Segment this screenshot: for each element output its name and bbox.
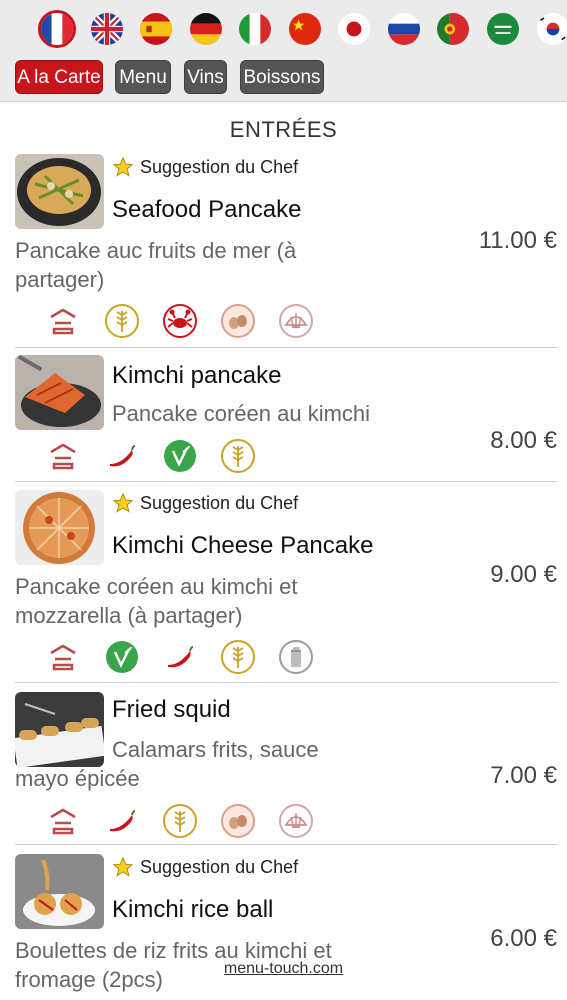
chef-suggestion: Suggestion du Chef [112,156,298,178]
section-title: ENTRÉES [229,117,338,142]
dish-price: 6.00 € [490,925,557,952]
chef-suggestion-label: Suggestion du Chef [140,492,299,513]
flag-ja-icon[interactable] [338,13,370,45]
dish-photo [15,355,104,430]
flag-de-icon[interactable] [190,13,222,45]
gluten-icon [104,303,140,339]
egg-icon [220,303,256,339]
flag-it-icon[interactable] [239,13,271,45]
menu-item[interactable]: Fried squid Calamars frits, sauce mayo é… [15,692,557,845]
egg-icon [220,803,256,839]
house-icon [45,803,81,839]
dish-price: 11.00 € [478,227,557,254]
shell-icon [278,803,314,839]
menu-list: ENTRÉES Suggestion du Chef Seafood Panca… [0,103,567,1000]
chili-icon [104,803,140,839]
gluten-icon [220,438,256,474]
menu-item[interactable]: Kimchi pancake Pancake coréen au kimchi … [15,355,557,482]
vegan-icon [104,639,140,675]
menu-item[interactable]: Suggestion du Chef Kimchi Cheese Pancake… [15,490,557,683]
tab-vins[interactable]: Vins [184,60,227,94]
dish-photo [15,490,104,565]
dish-photo [15,854,104,929]
shell-icon [278,303,314,339]
dish-name: Kimchi Cheese Pancake [112,532,374,559]
dish-photo [15,154,104,229]
chili-icon [104,438,140,474]
star-icon [112,156,134,177]
chef-suggestion: Suggestion du Chef [112,856,298,878]
flag-ko-icon[interactable] [537,13,567,45]
tab-menu[interactable]: Menu [115,60,171,94]
dish-price: 7.00 € [490,762,557,789]
house-icon [45,639,81,675]
dish-name: Kimchi pancake [112,362,282,389]
menu-item[interactable]: Suggestion du Chef Kimchi rice ball Boul… [15,854,557,1000]
star-icon [112,492,134,513]
dish-price: 9.00 € [490,561,557,588]
dish-name: Seafood Pancake [112,196,302,223]
flag-pt-icon[interactable] [437,13,469,45]
site-watermark-link[interactable]: menu-touch.com [0,960,567,978]
flag-zh-icon[interactable] [289,13,321,45]
chef-suggestion-label: Suggestion du Chef [140,856,299,877]
menu-item[interactable]: Suggestion du Chef Seafood Pancake Panca… [15,154,557,348]
category-tabs: A la Carte Menu Vins Boissons [0,60,567,96]
dish-name: Fried squid [112,696,231,723]
dish-description: Pancake auc fruits de mer (à partager) [15,238,297,292]
vegan-icon [162,438,198,474]
dish-description: Pancake coréen au kimchi et mozzarella (… [15,574,298,628]
chili-icon [162,639,198,675]
flag-fr-icon[interactable] [38,10,76,48]
dish-description: Pancake coréen au kimchi [112,401,371,426]
dish-description: Calamars frits, sauce mayo épicée [15,737,319,791]
house-icon [45,438,81,474]
crab-icon [162,303,198,339]
flag-ar-icon[interactable] [487,13,519,45]
house-icon [45,303,81,339]
flag-es-icon[interactable] [140,13,172,45]
milk-icon [278,639,314,675]
language-selector [0,10,567,50]
gluten-icon [162,803,198,839]
flag-ru-icon[interactable] [388,13,420,45]
tab-boissons[interactable]: Boissons [240,60,324,94]
tab-a-la-carte[interactable]: A la Carte [15,60,103,94]
chef-suggestion: Suggestion du Chef [112,492,298,514]
chef-suggestion-label: Suggestion du Chef [140,156,299,177]
star-icon [112,856,134,877]
dish-price: 8.00 € [490,427,557,454]
flag-en-icon[interactable] [91,13,123,45]
gluten-icon [220,639,256,675]
dish-name: Kimchi rice ball [112,896,274,923]
header-bar: A la Carte Menu Vins Boissons [0,0,567,102]
